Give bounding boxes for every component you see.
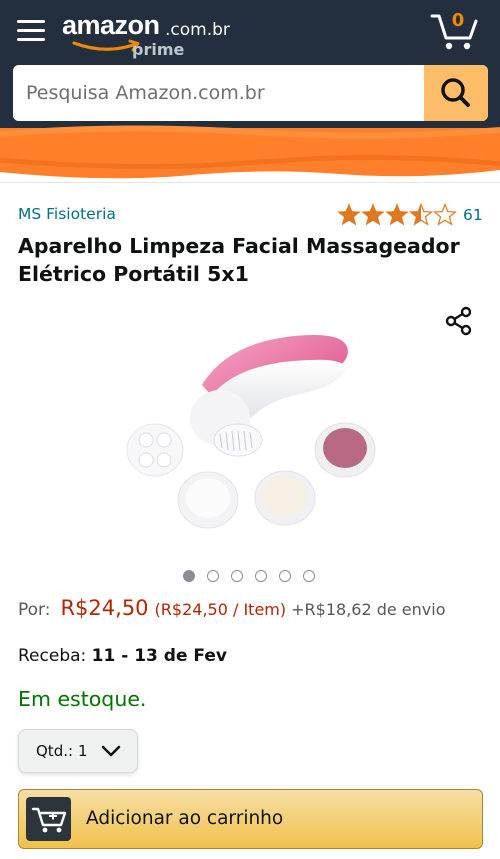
logo-prime: prime	[132, 40, 185, 59]
add-to-cart-button[interactable]: Adicionar ao carrinho	[18, 789, 483, 849]
share-button[interactable]	[444, 306, 474, 336]
carousel-dot[interactable]	[231, 570, 243, 582]
price-value: R$24,50	[60, 596, 149, 620]
star-rating	[337, 203, 457, 227]
carousel-dot[interactable]	[183, 570, 195, 582]
logo-domain: .com.br	[165, 20, 230, 40]
amazon-logo[interactable]: amazon .com.br prime	[62, 10, 242, 60]
price-prefix: Por:	[18, 600, 51, 620]
quantity-label: Qtd.:	[36, 742, 74, 760]
carousel-dot[interactable]	[255, 570, 267, 582]
quantity-value: 1	[78, 742, 88, 760]
price-row: Por: R$24,50 (R$24,50 / Item) +R$18,62 d…	[18, 596, 446, 620]
logo-wordmark: amazon	[62, 10, 160, 40]
product-image[interactable]	[110, 290, 400, 550]
brand-link[interactable]: MS Fisioteria	[18, 205, 116, 223]
search-bar	[13, 65, 488, 121]
top-header: amazon .com.br prime 0	[0, 0, 500, 132]
carousel-dot[interactable]	[303, 570, 315, 582]
delivery-label: Receba:	[18, 646, 87, 666]
unit-price: (R$24,50 / Item)	[154, 600, 287, 619]
search-button[interactable]	[424, 65, 488, 121]
delivery-info: Receba: 11 - 13 de Fev	[18, 646, 227, 666]
cart-plus-icon	[31, 807, 67, 833]
add-to-cart-icon-box	[26, 797, 71, 841]
quantity-select[interactable]: Qtd.: 1	[18, 729, 138, 773]
review-count: 61	[463, 206, 483, 224]
rating-summary[interactable]: 61	[337, 202, 483, 228]
carousel-dot[interactable]	[207, 570, 219, 582]
hamburger-menu-icon[interactable]	[17, 18, 45, 44]
search-icon	[441, 78, 470, 107]
chevron-down-icon	[101, 745, 120, 757]
carousel-dot[interactable]	[279, 570, 291, 582]
cart-count: 0	[451, 10, 465, 31]
add-to-cart-label: Adicionar ao carrinho	[86, 808, 284, 829]
stock-status: Em estoque.	[18, 687, 147, 711]
shipping-cost: +R$18,62 de envio	[291, 600, 446, 619]
delivery-dates: 11 - 13 de Fev	[91, 646, 227, 666]
cart-button[interactable]: 0	[430, 10, 478, 52]
stars-icon	[338, 203, 456, 225]
section-divider	[0, 182, 500, 183]
image-carousel-dots	[183, 570, 315, 582]
share-icon	[445, 306, 472, 336]
redaction-scribble	[0, 125, 500, 179]
search-input[interactable]	[13, 65, 424, 121]
product-title: Aparelho Limpeza Facial Massageador Elét…	[18, 234, 460, 286]
